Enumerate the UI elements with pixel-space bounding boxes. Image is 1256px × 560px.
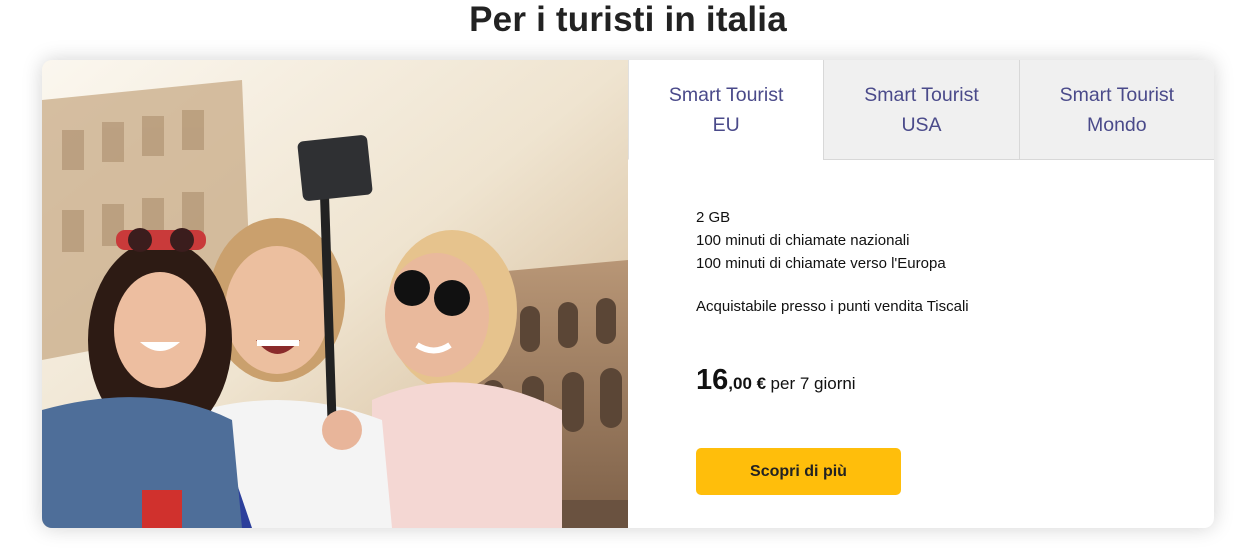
tab-label: Smart Tourist USA	[864, 83, 979, 136]
feature-national-calls: 100 minuti di chiamate nazionali	[696, 232, 910, 249]
price-decimal: ,00 €	[728, 374, 767, 393]
price-period: per 7 giorni	[770, 374, 856, 393]
tab-label: Smart Tourist EU	[668, 83, 784, 136]
photo-illustration	[42, 60, 628, 528]
offer-panel: Smart Tourist EU Smart Tourist USA Smart…	[628, 60, 1214, 528]
feature-data: 2 GB	[696, 209, 731, 226]
price-integer: 16	[696, 364, 729, 396]
discover-more-button[interactable]: Scopri di più	[696, 448, 901, 495]
offer-card: Smart Tourist EU Smart Tourist USA Smart…	[42, 60, 1214, 528]
page-title: Per i turisti in italia	[469, 0, 787, 39]
offer-features: 2 GB 100 minuti di chiamate nazionali 10…	[696, 206, 946, 275]
price: 16,00 € per 7 giorni	[696, 364, 856, 397]
tab-smart-tourist-usa[interactable]: Smart Tourist USA	[823, 60, 1019, 160]
tourists-selfie-photo	[42, 60, 628, 528]
tab-label: Smart Tourist Mondo	[1059, 83, 1175, 136]
tab-smart-tourist-eu[interactable]: Smart Tourist EU	[628, 60, 824, 160]
availability-note: Acquistabile presso i punti vendita Tisc…	[696, 298, 969, 315]
tab-smart-tourist-mondo[interactable]: Smart Tourist Mondo	[1018, 60, 1214, 160]
plan-tabs: Smart Tourist EU Smart Tourist USA Smart…	[628, 60, 1214, 160]
feature-europe-calls: 100 minuti di chiamate verso l'Europa	[696, 255, 946, 272]
